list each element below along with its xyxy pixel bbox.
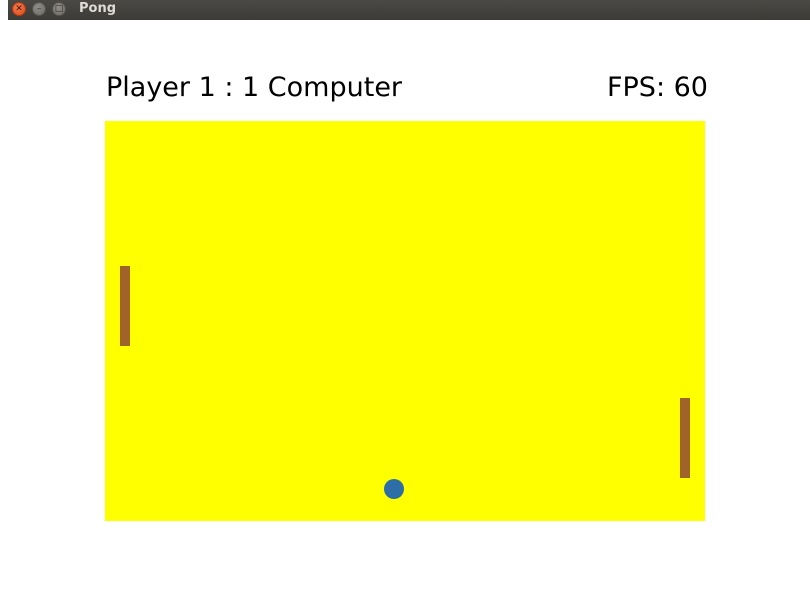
player-paddle [120, 266, 130, 346]
close-icon[interactable]: ✕ [12, 2, 26, 16]
window-title: Pong [79, 1, 117, 16]
minimize-icon[interactable]: – [32, 2, 46, 16]
maximize-icon[interactable]: □ [52, 2, 66, 16]
score-label: Player 1 : 1 Computer [106, 72, 403, 103]
ball [384, 479, 404, 499]
computer-paddle [680, 398, 690, 478]
game-window-content: Player 1 : 1 Computer FPS: 60 [8, 20, 810, 610]
window-titlebar[interactable]: ✕ – □ Pong [8, 0, 810, 20]
game-field[interactable] [105, 121, 705, 521]
fps-counter: FPS: 60 [607, 72, 708, 103]
